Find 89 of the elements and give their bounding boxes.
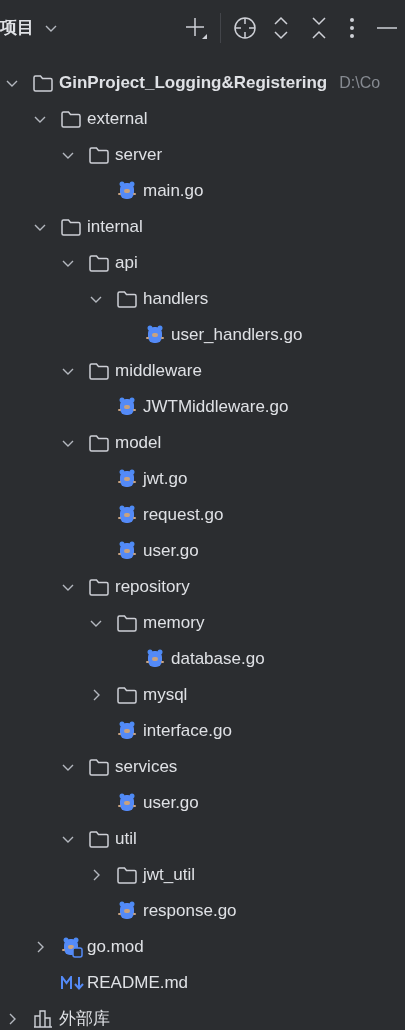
go-file-icon — [117, 504, 139, 526]
item-label: database.go — [171, 648, 265, 671]
tree-row[interactable]: external — [0, 101, 405, 137]
tree-row[interactable]: memory — [0, 605, 405, 641]
tree-row[interactable]: jwt_util — [0, 857, 405, 893]
folder-icon — [89, 758, 109, 776]
item-label: api — [115, 252, 138, 275]
item-label: 外部库 — [59, 1008, 110, 1030]
folder-icon — [61, 218, 81, 236]
folder-icon — [117, 614, 137, 632]
item-label: user_handlers.go — [171, 324, 303, 347]
folder-icon — [33, 74, 53, 92]
folder-icon — [89, 578, 109, 596]
go-file-icon — [117, 396, 139, 418]
item-label: user.go — [143, 792, 199, 815]
item-label: middleware — [115, 360, 202, 383]
folder-icon — [89, 362, 109, 380]
minimize-icon[interactable] — [377, 26, 397, 30]
markdown-icon — [61, 976, 85, 990]
more-icon[interactable] — [349, 17, 355, 39]
item-label: internal — [87, 216, 143, 239]
folder-icon — [117, 866, 137, 884]
collapse-all-icon[interactable] — [311, 16, 327, 40]
add-icon[interactable] — [184, 16, 208, 40]
go-file-icon — [117, 468, 139, 490]
folder-icon — [89, 830, 109, 848]
tree-row[interactable]: user.go — [0, 533, 405, 569]
tree-row[interactable]: database.go — [0, 641, 405, 677]
tree-row[interactable]: README.md — [0, 965, 405, 1001]
tree-row[interactable]: internal — [0, 209, 405, 245]
item-label: server — [115, 144, 163, 167]
go-file-icon — [117, 792, 139, 814]
tree-row[interactable]: 外部库 — [0, 1001, 405, 1030]
go-file-icon — [117, 180, 139, 202]
tree-row[interactable]: request.go — [0, 497, 405, 533]
item-label: util — [115, 828, 137, 851]
item-label: interface.go — [143, 720, 232, 743]
folder-icon — [89, 434, 109, 452]
tree-row[interactable]: server — [0, 137, 405, 173]
tree-row[interactable]: api — [0, 245, 405, 281]
go-module-icon — [61, 936, 83, 958]
item-label: memory — [143, 612, 205, 635]
folder-icon — [61, 110, 81, 128]
project-path: D:\Co — [339, 73, 381, 93]
item-label: model — [115, 432, 162, 455]
item-label: mysql — [143, 684, 188, 707]
item-label: response.go — [143, 900, 237, 923]
tree-row[interactable]: repository — [0, 569, 405, 605]
expand-all-icon[interactable] — [273, 16, 289, 40]
item-label: jwt_util — [143, 864, 195, 887]
tree-row[interactable]: jwt.go — [0, 461, 405, 497]
tree-row[interactable]: middleware — [0, 353, 405, 389]
item-label: request.go — [143, 504, 224, 527]
item-label: external — [87, 108, 148, 131]
crosshair-icon[interactable] — [233, 16, 257, 40]
go-file-icon — [117, 720, 139, 742]
folder-icon — [117, 290, 137, 308]
tree-row[interactable]: main.go — [0, 173, 405, 209]
go-file-icon — [145, 648, 167, 670]
folder-icon — [89, 254, 109, 272]
go-file-icon — [117, 540, 139, 562]
tree-row[interactable]: JWTMiddleware.go — [0, 389, 405, 425]
item-label: jwt.go — [143, 468, 188, 491]
item-label: main.go — [143, 180, 204, 203]
go-file-icon — [145, 324, 167, 346]
library-icon — [33, 1010, 53, 1028]
tree-row[interactable]: interface.go — [0, 713, 405, 749]
tree-row[interactable]: util — [0, 821, 405, 857]
tree-row[interactable]: user_handlers.go — [0, 317, 405, 353]
tree-row[interactable]: GinProject_Logging&Registering D:\Co — [0, 65, 405, 101]
tree-row[interactable]: user.go — [0, 785, 405, 821]
go-file-icon — [117, 900, 139, 922]
tree-row[interactable]: services — [0, 749, 405, 785]
folder-icon — [117, 686, 137, 704]
project-name: GinProject_Logging&Registering — [59, 72, 328, 95]
item-label: services — [115, 756, 178, 779]
tree-row[interactable]: mysql — [0, 677, 405, 713]
item-label: user.go — [143, 540, 199, 563]
item-label: handlers — [143, 288, 209, 311]
tree-row[interactable]: response.go — [0, 893, 405, 929]
panel-title[interactable]: 项目 — [0, 15, 34, 41]
item-label: go.mod — [87, 936, 144, 959]
tree-row[interactable]: handlers — [0, 281, 405, 317]
folder-icon — [89, 146, 109, 164]
item-label: JWTMiddleware.go — [143, 396, 289, 419]
tree-row[interactable]: go.mod — [0, 929, 405, 965]
item-label: README.md — [87, 972, 189, 995]
tree-row[interactable]: model — [0, 425, 405, 461]
item-label: repository — [115, 576, 190, 599]
